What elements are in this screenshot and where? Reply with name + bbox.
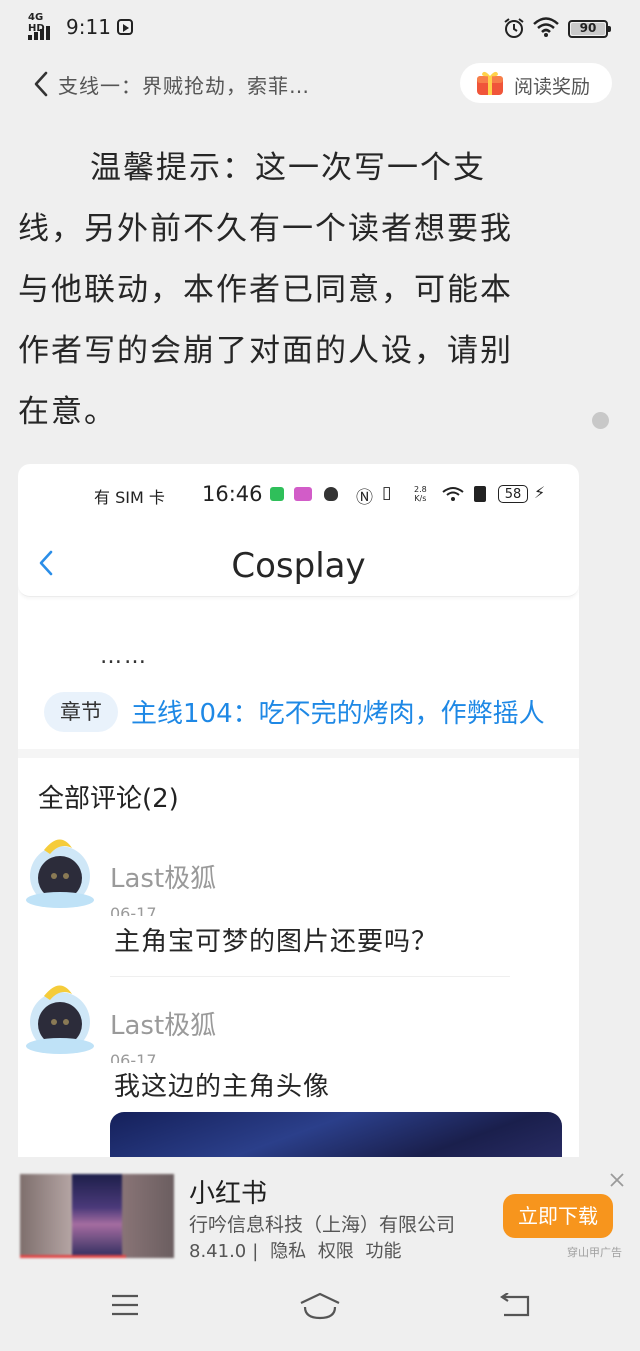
reading-reward-label: 阅读奖励: [514, 76, 591, 98]
comment-author: Last极狐: [110, 1011, 217, 1041]
embedded-status-bar: 有 SIM 卡 16:46 Ⓝ ▯ 2.8 K/s 58 ⚡: [18, 464, 579, 524]
qq-icon: [324, 487, 338, 501]
comment-date: 06-17: [110, 904, 157, 916]
article-line: 在意。: [18, 394, 117, 430]
ad-meta: 8.41.0 | 隐私 权限 功能: [189, 1241, 402, 1262]
article-line: 与他联动，本作者已同意，可能本: [18, 272, 513, 308]
status-time: 9:11: [66, 15, 111, 39]
article-line: 线，另外前不久有一个读者想要我: [18, 211, 513, 247]
comment-image: [110, 1112, 562, 1157]
comment-separator: [110, 976, 510, 977]
chapter-badge: 章节: [44, 692, 118, 732]
navigation-bar: [0, 1265, 640, 1351]
ad-thumbnail[interactable]: [20, 1174, 174, 1258]
vibrate-icon: ▯: [382, 483, 392, 503]
app-notification-icon: [270, 487, 284, 501]
content-ellipsis: ……: [100, 644, 148, 669]
back-chevron-icon: [34, 71, 48, 97]
sim-status: 有 SIM 卡: [94, 488, 165, 507]
app-notification-icon: [294, 487, 312, 501]
ad-permissions-link[interactable]: 权限: [318, 1241, 354, 1262]
return-icon[interactable]: [498, 1293, 532, 1319]
status-bar: 4G HD 9:11 90: [0, 0, 640, 56]
comment-text: 我这边的主角头像: [114, 1072, 331, 1102]
embedded-screenshot: 有 SIM 卡 16:46 Ⓝ ▯ 2.8 K/s 58 ⚡ Cosplay ………: [18, 464, 579, 1157]
ad-banner[interactable]: 小红书 行吟信息科技（上海）有限公司 8.41.0 | 隐私 权限 功能 立即下载…: [0, 1157, 640, 1265]
warning-icon: [474, 486, 486, 502]
ad-features-link[interactable]: 功能: [366, 1241, 402, 1262]
avatar: [26, 839, 94, 908]
article-line: 作者写的会崩了对面的人设，请别: [18, 333, 513, 369]
battery-icon: 90: [568, 20, 611, 38]
ad-company: 行吟信息科技（上海）有限公司: [189, 1214, 456, 1236]
screen-record-icon: [117, 19, 133, 35]
download-button[interactable]: 立即下载: [503, 1194, 613, 1238]
comment-author: Last极狐: [110, 864, 217, 894]
ad-source-label: 穿山甲广告: [567, 1246, 622, 1259]
close-icon[interactable]: [606, 1169, 628, 1191]
chapter-title: 支线一：界贼抢劫，索菲…: [58, 74, 310, 98]
network-rate: 2.8 K/s: [414, 485, 427, 503]
scroll-indicator[interactable]: [592, 412, 609, 429]
wifi-icon: [533, 17, 559, 37]
signal-icon: 4G HD: [28, 12, 58, 40]
embedded-wifi-icon: [442, 487, 464, 501]
charging-icon: ⚡: [534, 483, 546, 502]
ad-privacy-link[interactable]: 隐私: [270, 1241, 306, 1262]
embedded-time: 16:46: [202, 482, 263, 506]
chapter-link: 主线104：吃不完的烤肉，作弊摇人: [131, 699, 545, 729]
section-divider: [18, 749, 579, 758]
embedded-app-bar: Cosplay: [18, 524, 579, 597]
comment-date: 06-17: [110, 1051, 157, 1063]
embedded-battery: 58: [498, 485, 528, 503]
ad-app-name: 小红书: [189, 1179, 268, 1209]
comments-header: 全部评论(2): [38, 784, 179, 814]
menu-icon[interactable]: [110, 1293, 140, 1317]
battery-level: 90: [579, 21, 597, 35]
comment-text: 主角宝可梦的图片还要吗？: [114, 927, 439, 957]
nfc-icon: Ⓝ: [356, 488, 373, 508]
gift-icon: [477, 71, 503, 95]
ad-version: 8.41.0: [189, 1241, 247, 1262]
reading-reward-button[interactable]: 阅读奖励: [460, 63, 612, 103]
article-line: 温馨提示：这一次写一个支: [90, 150, 486, 186]
avatar: [26, 985, 94, 1054]
embedded-page-title: Cosplay: [231, 546, 366, 586]
back-button[interactable]: [33, 70, 57, 98]
article-text: 温馨提示：这一次写一个支 线，另外前不久有一个读者想要我 与他联动，本作者已同意…: [18, 138, 578, 443]
home-icon[interactable]: [298, 1291, 342, 1321]
alarm-icon: [504, 18, 524, 38]
